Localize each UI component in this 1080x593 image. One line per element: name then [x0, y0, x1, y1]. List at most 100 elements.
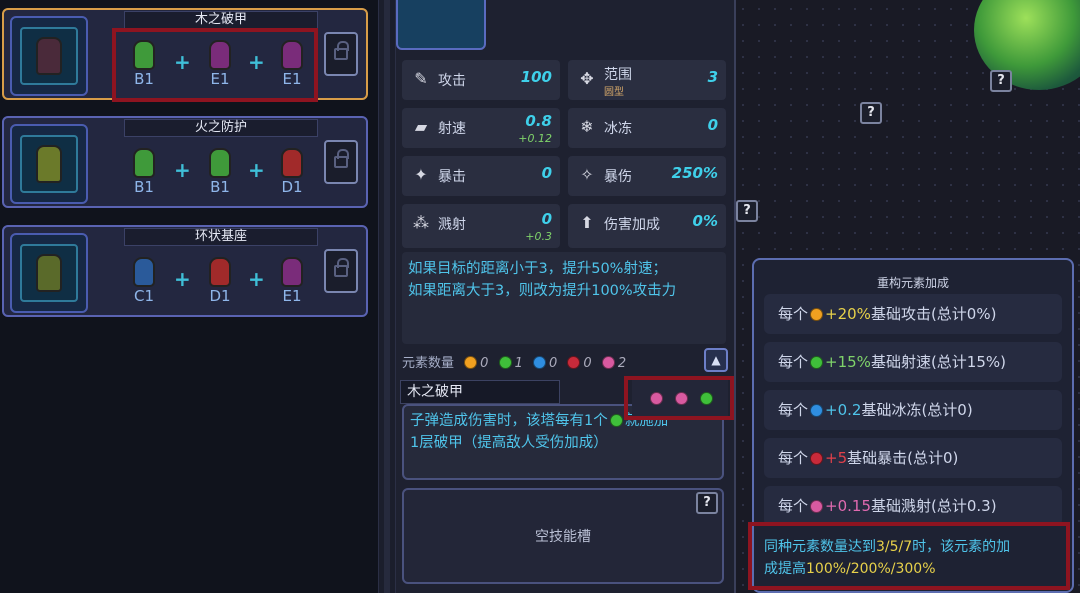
star-dot: [934, 24, 936, 26]
tower-d-icon: [281, 148, 303, 178]
star-dot: [1046, 104, 1048, 106]
highlight-box: [624, 376, 734, 420]
star-dot: [838, 40, 840, 42]
star-dot: [886, 104, 888, 106]
star-dot: [790, 120, 792, 122]
lock-button[interactable]: [324, 249, 358, 293]
star-dot: [758, 168, 760, 170]
star-dot: [758, 216, 760, 218]
star-dot: [918, 152, 920, 154]
lock-button[interactable]: [324, 32, 358, 76]
star-dot: [934, 200, 936, 202]
star-dot: [774, 104, 776, 106]
star-dot: [1046, 136, 1048, 138]
star-dot: [998, 168, 1000, 170]
map-help-button[interactable]: ?: [736, 200, 758, 222]
star-dot: [838, 72, 840, 74]
recipe-slot: D1: [200, 257, 240, 305]
star-dot: [854, 88, 856, 90]
star-dot: [758, 184, 760, 186]
star-dot: [950, 24, 952, 26]
star-dot: [790, 24, 792, 26]
map-help-button[interactable]: ?: [860, 102, 882, 124]
lock-icon: [334, 41, 349, 60]
star-dot: [1046, 120, 1048, 122]
star-dot: [854, 248, 856, 250]
star-dot: [934, 56, 936, 58]
help-button[interactable]: ?: [696, 492, 718, 514]
star-dot: [790, 8, 792, 10]
tower-detail-panel: ✎ 攻击 100 ✥ 范围 圆型 3 ▰ 射速 0.8 +0.12 ❄ 冰冻 0 ✦ 暴击 0 ✧ 暴伤 2…: [396, 0, 734, 593]
star-dot: [870, 200, 872, 202]
recipe-slot: B1: [200, 148, 240, 196]
star-dot: [1030, 232, 1032, 234]
star-dot: [742, 120, 744, 122]
star-dot: [838, 152, 840, 154]
star-dot: [1030, 152, 1032, 154]
star-dot: [1030, 168, 1032, 170]
star-dot: [918, 24, 920, 26]
star-dot: [902, 200, 904, 202]
stat-freeze: ❄ 冰冻 0: [568, 108, 726, 148]
star-dot: [950, 88, 952, 90]
empty-skill-slot[interactable]: 空技能槽: [402, 488, 724, 584]
star-dot: [758, 200, 760, 202]
tower-d-icon: [209, 257, 231, 287]
blue-gem-icon: [810, 404, 824, 417]
star-dot: [902, 152, 904, 154]
star-dot: [854, 120, 856, 122]
star-dot: [742, 24, 744, 26]
star-dot: [1014, 88, 1016, 90]
bonus-row-fire-rate: 每个 +15%基础射速(总计15%): [764, 342, 1062, 382]
recipe-card-3[interactable]: 环状基座 C1 + D1 + E1: [2, 225, 368, 317]
star-dot: [822, 88, 824, 90]
star-dot: [982, 104, 984, 106]
star-dot: [822, 72, 824, 74]
star-dot: [742, 232, 744, 234]
star-dot: [1030, 216, 1032, 218]
star-dot: [742, 504, 744, 506]
map-area[interactable]: ? ? ? 重构元素加成 每个 +20%基础攻击(总计0%) 每个 +15%基础射速…: [734, 0, 1080, 593]
star-dot: [950, 40, 952, 42]
star-dot: [838, 136, 840, 138]
star-dot: [998, 136, 1000, 138]
collapse-button[interactable]: ▲: [704, 348, 728, 372]
lock-button[interactable]: [324, 140, 358, 184]
star-dot: [870, 232, 872, 234]
star-dot: [774, 120, 776, 122]
star-dot: [822, 8, 824, 10]
star-dot: [838, 248, 840, 250]
star-dot: [742, 8, 744, 10]
bonus-row-attack: 每个 +20%基础攻击(总计0%): [764, 294, 1062, 334]
star-dot: [886, 184, 888, 186]
star-dot: [838, 24, 840, 26]
star-dot: [806, 8, 808, 10]
map-help-button[interactable]: ?: [990, 70, 1012, 92]
star-dot: [854, 168, 856, 170]
green-gem-icon: [609, 414, 623, 427]
star-dot: [854, 8, 856, 10]
tower-portrait: [396, 0, 486, 50]
star-dot: [982, 88, 984, 90]
star-dot: [742, 360, 744, 362]
star-dot: [742, 584, 744, 586]
plus-icon: +: [174, 158, 191, 182]
star-dot: [742, 264, 744, 266]
star-dot: [998, 184, 1000, 186]
green-gem-icon: [810, 356, 824, 369]
splash-icon: ⁂: [413, 213, 429, 232]
star-dot: [774, 8, 776, 10]
star-dot: [966, 168, 968, 170]
skill-name: 木之破甲: [400, 380, 560, 404]
scrollbar[interactable]: [378, 0, 396, 593]
recipe-card-2[interactable]: 火之防护 B1 + B1 + D1: [2, 116, 368, 208]
star-dot: [1046, 216, 1048, 218]
star-dot: [742, 456, 744, 458]
star-dot: [1014, 200, 1016, 202]
recipe-title: 环状基座: [124, 228, 318, 246]
star-dot: [934, 152, 936, 154]
star-dot: [758, 72, 760, 74]
star-dot: [966, 152, 968, 154]
blue-gem-icon: [533, 356, 546, 369]
star-dot: [918, 248, 920, 250]
